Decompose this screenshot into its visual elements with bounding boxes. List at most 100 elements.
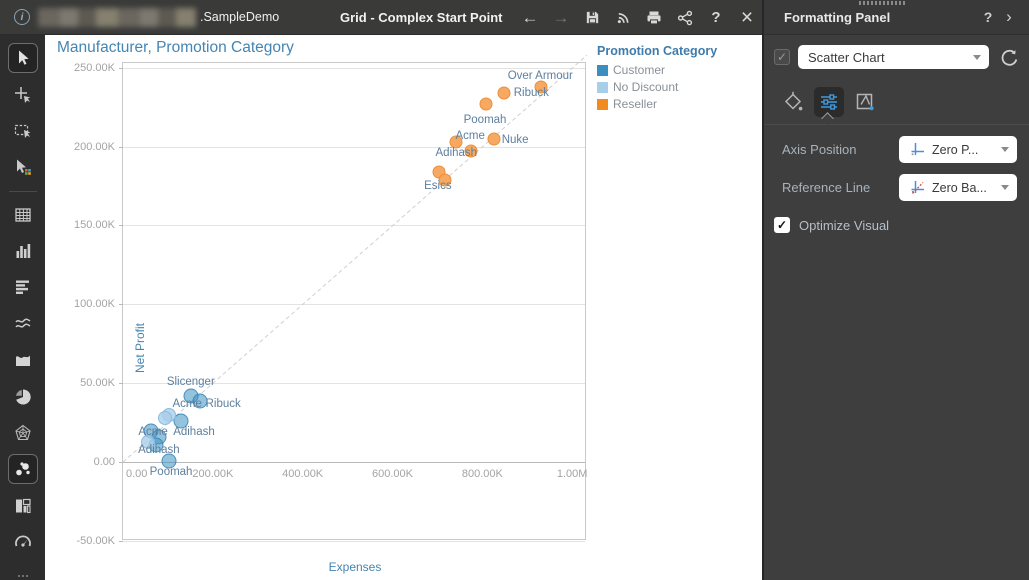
forward-button[interactable]: → bbox=[548, 5, 574, 31]
panel-help-button[interactable]: ? bbox=[977, 9, 999, 25]
formatting-panel-title: Formatting Panel bbox=[784, 10, 890, 25]
tab-fill-format[interactable] bbox=[778, 87, 808, 117]
tool-pointer[interactable] bbox=[8, 43, 38, 73]
back-button[interactable]: ← bbox=[517, 5, 543, 31]
app-window: i .SampleDemo Grid - Complex Start Point… bbox=[0, 0, 1029, 580]
point-label: Adihash bbox=[436, 147, 478, 159]
legend-label: Customer bbox=[613, 63, 665, 77]
axis-position-value: Zero P... bbox=[932, 143, 978, 157]
optimize-visual-label: Optimize Visual bbox=[799, 218, 889, 233]
formatting-panel: Formatting Panel ? › ✓ Scatter Chart bbox=[762, 0, 1029, 580]
line-chart-icon bbox=[13, 314, 33, 334]
tab-properties[interactable] bbox=[814, 87, 844, 117]
tool-crosshair-pointer[interactable] bbox=[8, 80, 38, 110]
print-button[interactable] bbox=[641, 5, 667, 31]
legend-label: No Discount bbox=[613, 80, 678, 94]
help-button[interactable]: ? bbox=[703, 5, 729, 31]
tool-multi-select[interactable] bbox=[8, 152, 38, 182]
point-label: Esics bbox=[424, 180, 451, 192]
row-chart-icon bbox=[13, 277, 33, 297]
plot-area: Net Profit 250.00K200.00K150.00K100.00K5… bbox=[122, 62, 586, 540]
legend-item[interactable]: Customer bbox=[597, 63, 767, 77]
y-tick-mark bbox=[119, 541, 123, 542]
optimize-visual-row: ✓ Optimize Visual bbox=[764, 201, 1029, 233]
legend-item[interactable]: Reseller bbox=[597, 97, 767, 111]
y-axis-tick-label: 150.00K bbox=[74, 219, 115, 231]
reference-line-label: Reference Line bbox=[782, 180, 870, 195]
axis-position-dropdown[interactable]: Zero P... bbox=[899, 136, 1017, 163]
marquee-select-icon bbox=[13, 121, 33, 141]
reference-line-row: Reference Line Zero Ba... bbox=[764, 174, 1029, 201]
table-icon bbox=[13, 205, 33, 225]
sidebar-overflow-indicator[interactable] bbox=[18, 575, 28, 577]
scatter-point[interactable] bbox=[498, 86, 511, 99]
info-icon[interactable]: i bbox=[14, 9, 30, 25]
y-axis-tick-label: 200.00K bbox=[74, 141, 115, 153]
point-label: Poomah bbox=[150, 466, 193, 478]
chevron-down-icon bbox=[1001, 185, 1009, 190]
point-label: Adihash bbox=[138, 444, 180, 456]
data-format-icon bbox=[854, 91, 876, 113]
area-chart-icon bbox=[13, 350, 33, 370]
panel-drag-grip[interactable] bbox=[859, 1, 905, 5]
point-label: Ribuck bbox=[206, 398, 241, 410]
point-label: Acme bbox=[173, 398, 202, 410]
tool-row-chart[interactable] bbox=[8, 272, 38, 302]
save-button[interactable] bbox=[579, 5, 605, 31]
legend-item[interactable]: No Discount bbox=[597, 80, 767, 94]
subscribe-button[interactable] bbox=[610, 5, 636, 31]
share-button[interactable] bbox=[672, 5, 698, 31]
reference-line-dropdown[interactable]: Zero Ba... bbox=[899, 174, 1017, 201]
y-axis-tick-label: -50.00K bbox=[76, 535, 115, 547]
gauge-icon bbox=[13, 532, 33, 552]
point-label: Acme bbox=[138, 426, 167, 438]
sidebar-divider bbox=[9, 191, 37, 192]
axis-position-row: Axis Position Zero P... bbox=[764, 136, 1029, 163]
chart-type-checkbox[interactable]: ✓ bbox=[774, 49, 790, 65]
tool-scatter-chart[interactable] bbox=[8, 454, 38, 484]
legend: Promotion Category Customer No Discount Re… bbox=[597, 44, 767, 114]
chart-canvas: Manufacturer, Promotion Category Net Pro… bbox=[45, 35, 762, 580]
bar-chart-icon bbox=[13, 241, 33, 261]
chart-title: Manufacturer, Promotion Category bbox=[57, 39, 294, 57]
reset-button[interactable] bbox=[997, 45, 1021, 69]
tab-data-format[interactable] bbox=[850, 87, 880, 117]
tool-area-chart[interactable] bbox=[8, 345, 38, 375]
legend-swatch bbox=[597, 65, 608, 76]
tool-pie-chart[interactable] bbox=[8, 382, 38, 412]
crosshair-pointer-icon bbox=[13, 85, 33, 105]
legend-label: Reseller bbox=[613, 97, 657, 111]
axis-position-label: Axis Position bbox=[782, 142, 856, 157]
tool-line-chart[interactable] bbox=[8, 309, 38, 339]
share-icon bbox=[676, 9, 694, 27]
point-label: Acme bbox=[456, 130, 485, 142]
tool-marquee-select[interactable] bbox=[8, 116, 38, 146]
fill-format-icon bbox=[782, 91, 804, 113]
properties-sliders-icon bbox=[818, 91, 840, 113]
optimize-visual-checkbox[interactable]: ✓ bbox=[774, 217, 790, 233]
point-label: Adihash bbox=[173, 426, 215, 438]
scatter-point[interactable] bbox=[479, 98, 492, 111]
close-button[interactable]: × bbox=[734, 5, 760, 31]
point-label: Ribuck bbox=[514, 87, 549, 99]
scatter-point[interactable] bbox=[488, 132, 501, 145]
tool-table[interactable] bbox=[8, 200, 38, 230]
radar-chart-icon bbox=[13, 423, 33, 443]
tool-gauge[interactable] bbox=[8, 527, 38, 557]
tool-bar-chart[interactable] bbox=[8, 236, 38, 266]
axis-position-icon bbox=[909, 141, 926, 158]
reference-line-icon bbox=[909, 179, 926, 196]
reset-icon bbox=[1000, 48, 1019, 67]
scatter-point[interactable] bbox=[158, 411, 172, 425]
panel-collapse-button[interactable]: › bbox=[999, 7, 1019, 27]
tool-treemap[interactable] bbox=[8, 491, 38, 521]
point-label: Slicenger bbox=[167, 376, 215, 388]
tool-radar-chart[interactable] bbox=[8, 418, 38, 448]
chart-type-dropdown[interactable]: Scatter Chart bbox=[798, 45, 989, 69]
legend-title: Promotion Category bbox=[597, 44, 767, 58]
legend-swatch bbox=[597, 82, 608, 93]
printer-icon bbox=[645, 9, 663, 27]
pie-chart-icon bbox=[13, 387, 33, 407]
panel-tabs bbox=[764, 69, 1029, 117]
chart-type-value: Scatter Chart bbox=[808, 50, 885, 65]
